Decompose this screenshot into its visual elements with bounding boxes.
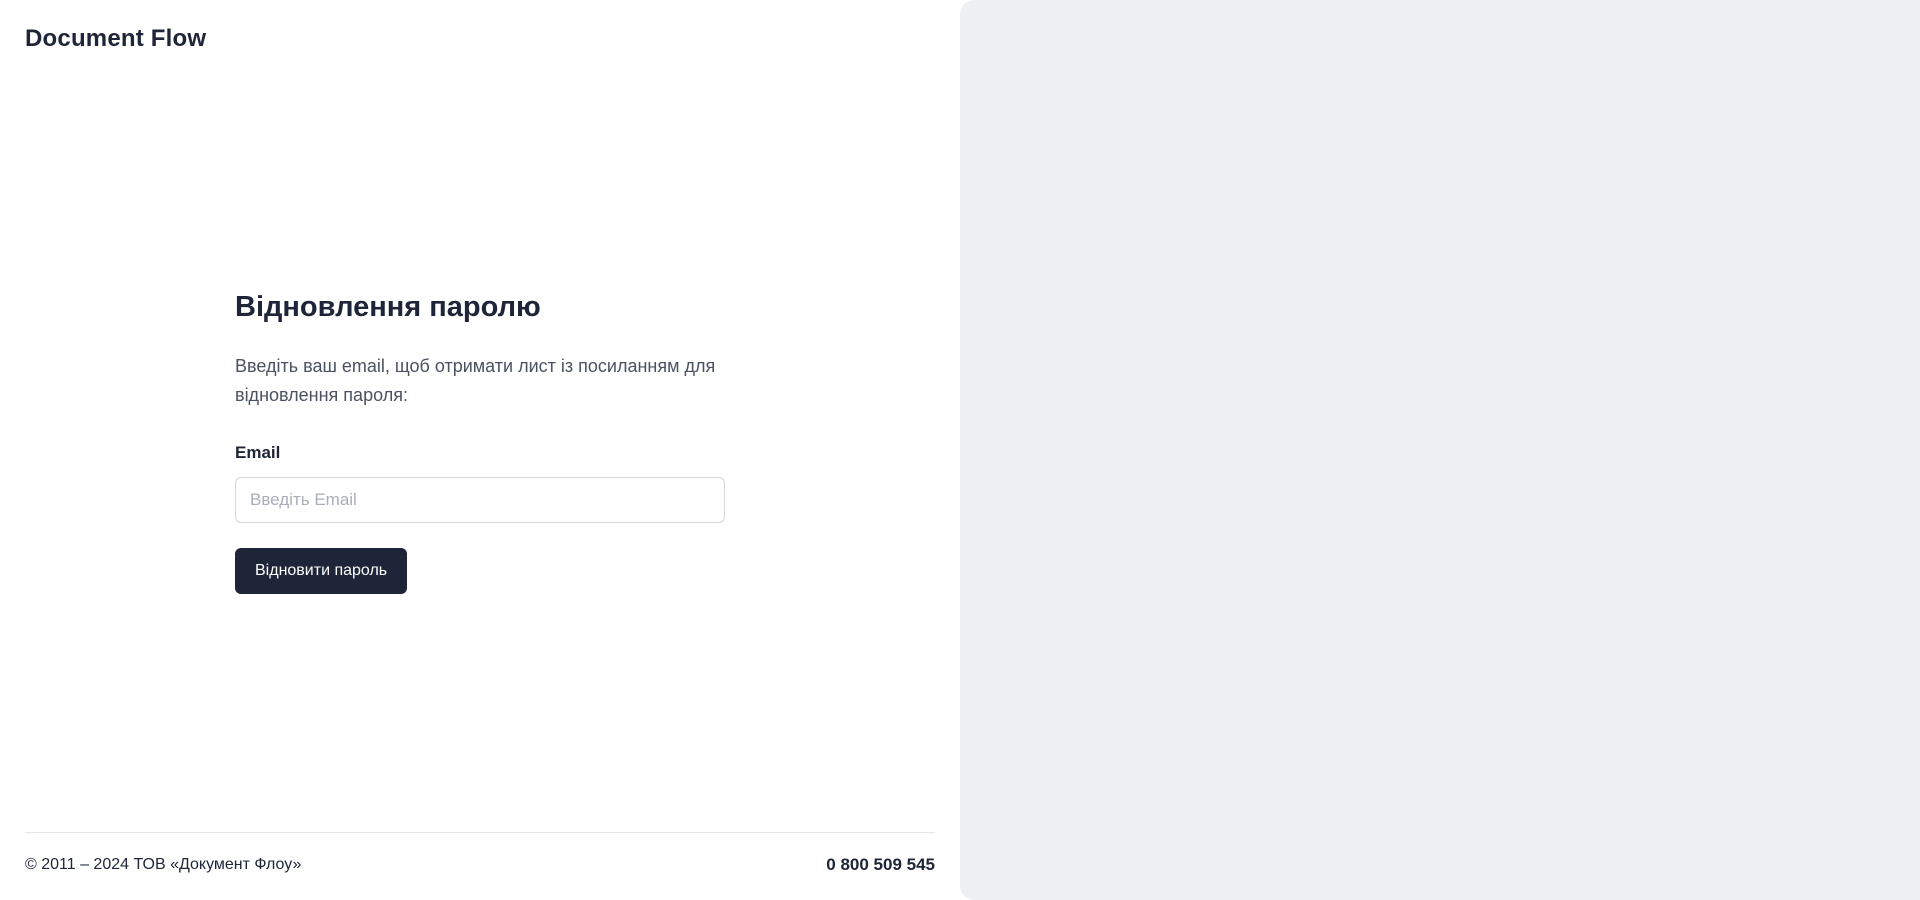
footer: © 2011 – 2024 ТОВ «Документ Флоу» 0 800 … [25,832,935,875]
right-panel [960,0,1920,900]
submit-button[interactable]: Відновити пароль [235,548,407,594]
email-input[interactable] [235,477,725,523]
support-phone: 0 800 509 545 [826,855,935,875]
copyright-text: © 2011 – 2024 ТОВ «Документ Флоу» [25,856,301,874]
email-label: Email [235,443,725,463]
logo: Document Flow [25,25,935,53]
password-recovery-form: Відновлення паролю Введіть ваш email, що… [235,291,725,595]
page-title: Відновлення паролю [235,291,725,324]
form-container: Відновлення паролю Введіть ваш email, що… [25,53,935,832]
form-description: Введіть ваш email, щоб отримати лист із … [235,352,725,410]
left-panel: Document Flow Відновлення паролю Введіть… [0,0,960,900]
